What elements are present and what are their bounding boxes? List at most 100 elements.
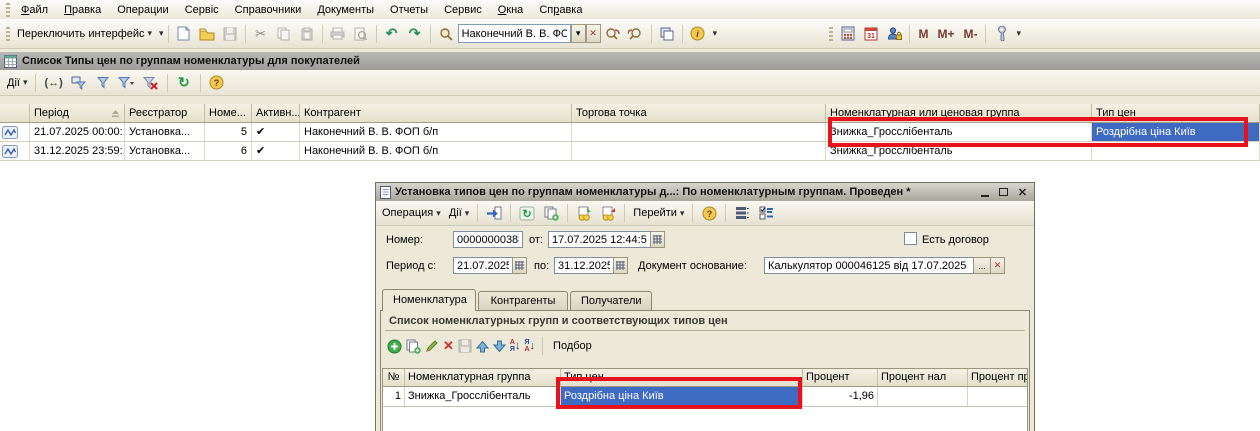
cut-button[interactable]: ✂: [250, 23, 272, 45]
base-doc-input[interactable]: [764, 257, 974, 274]
menu-item-2[interactable]: Операции: [109, 2, 176, 18]
filter-history-button[interactable]: [116, 72, 138, 94]
maximize-button[interactable]: [996, 185, 1011, 199]
settings-button[interactable]: [990, 23, 1012, 45]
menu-item-5[interactable]: Документы: [309, 2, 382, 18]
dialog-actions-button[interactable]: Дії ▾: [446, 202, 472, 224]
period-from-picker-button[interactable]: [512, 257, 527, 274]
toolbar-grip[interactable]: [6, 3, 10, 17]
datetime-input[interactable]: [548, 231, 651, 248]
info-overflow-icon[interactable]: ▾: [713, 28, 718, 39]
cell-active[interactable]: ✔: [252, 123, 300, 142]
column-header-contractor[interactable]: Контрагент: [300, 104, 572, 123]
refresh-button[interactable]: ↻: [173, 72, 195, 94]
search-button[interactable]: [435, 23, 457, 45]
memory-add-button[interactable]: M+: [933, 23, 958, 45]
filter-sort-button[interactable]: [68, 72, 90, 94]
minimize-button[interactable]: [977, 185, 992, 199]
period-to-input[interactable]: [554, 257, 614, 274]
column-header-percent-nal[interactable]: Процент нал: [878, 369, 968, 387]
info-button[interactable]: i: [687, 23, 709, 45]
new-document-button[interactable]: [173, 23, 195, 45]
cell-number[interactable]: 5: [205, 123, 252, 142]
record-cell[interactable]: [0, 142, 30, 161]
checklist-settings-button[interactable]: [755, 202, 777, 224]
movements-out-button[interactable]: [597, 202, 619, 224]
edit-row-button[interactable]: [425, 339, 439, 353]
period-to-picker-button[interactable]: [613, 257, 628, 274]
copy-row-button[interactable]: [406, 339, 421, 354]
delete-row-button[interactable]: ✕: [443, 338, 454, 354]
reread-button[interactable]: ↻: [516, 202, 538, 224]
cell-percent-prod[interactable]: [968, 387, 1027, 407]
has-contract-checkbox[interactable]: [904, 232, 917, 245]
cell-percent[interactable]: -1,96: [803, 387, 878, 407]
cell-contractor[interactable]: Наконечний В. В. ФОП б/п: [300, 123, 572, 142]
datetime-picker-button[interactable]: [650, 231, 665, 248]
cell-number[interactable]: 6: [205, 142, 252, 161]
cell-contractor[interactable]: Наконечний В. В. ФОП б/п: [300, 142, 572, 161]
search-dropdown-button[interactable]: ▾: [571, 24, 586, 43]
number-input[interactable]: [453, 231, 523, 248]
tab-contractors[interactable]: Контрагенты: [478, 291, 568, 310]
close-button[interactable]: ✕: [1015, 185, 1030, 199]
menu-item-1[interactable]: Правка: [56, 2, 109, 18]
dialog-help-button[interactable]: ?: [698, 202, 720, 224]
find-prev-button[interactable]: [625, 23, 647, 45]
print-button[interactable]: [327, 23, 349, 45]
menu-item-8[interactable]: Окна: [490, 2, 532, 18]
save-rows-button[interactable]: [458, 339, 472, 353]
goto-button[interactable]: Перейти ▾: [630, 202, 687, 224]
calendar-button[interactable]: 31: [860, 23, 882, 45]
column-header-icon[interactable]: [0, 104, 30, 123]
column-header-group[interactable]: Номенклатурная группа: [405, 369, 561, 387]
move-up-button[interactable]: [476, 340, 489, 353]
save-button[interactable]: [219, 23, 241, 45]
undo-button[interactable]: ↶: [381, 23, 403, 45]
list-settings-button[interactable]: [731, 202, 753, 224]
column-header-trade-point[interactable]: Торгова точка: [572, 104, 826, 123]
toolbar-overflow-icon[interactable]: ▾: [1016, 28, 1021, 39]
column-header-number[interactable]: Номе...: [205, 104, 252, 123]
column-header-percent-prod[interactable]: Процент произво...: [968, 369, 1027, 387]
calculator-button[interactable]: [837, 23, 859, 45]
open-button[interactable]: [196, 23, 218, 45]
column-header-percent[interactable]: Процент: [803, 369, 878, 387]
period-from-input[interactable]: [453, 257, 513, 274]
toolbar-grip[interactable]: [829, 27, 833, 41]
filter-by-value-button[interactable]: [92, 72, 114, 94]
help-button[interactable]: ?: [206, 72, 228, 94]
cell-num[interactable]: 1: [383, 387, 405, 407]
menu-item-6[interactable]: Отчеты: [382, 2, 436, 18]
list-actions-button[interactable]: Дії ▾: [4, 72, 30, 94]
menu-item-0[interactable]: Файл: [13, 2, 56, 18]
cell-trade-point[interactable]: [572, 142, 826, 161]
column-header-registrar[interactable]: Реєстратор: [125, 104, 205, 123]
memory-recall-button[interactable]: M: [914, 23, 932, 45]
preview-button[interactable]: [350, 23, 372, 45]
user-permissions-button[interactable]: [883, 23, 905, 45]
cell-trade-point[interactable]: [572, 123, 826, 142]
copy-button[interactable]: [273, 23, 295, 45]
add-row-button[interactable]: [387, 339, 402, 354]
operation-button[interactable]: Операция ▾: [379, 202, 444, 224]
pick-button[interactable]: Подбор: [550, 335, 595, 357]
toolbar-overflow-icon[interactable]: ▾: [159, 28, 164, 39]
filter-off-button[interactable]: [140, 72, 162, 94]
tab-recipients[interactable]: Получатели: [570, 291, 652, 310]
movements-in-button[interactable]: [573, 202, 595, 224]
post-document-button[interactable]: [483, 202, 505, 224]
date-interval-button[interactable]: (↔): [41, 72, 65, 94]
column-header-period[interactable]: Період: [30, 104, 125, 123]
menu-item-9[interactable]: Справка: [531, 2, 590, 18]
column-header-active[interactable]: Активн...: [252, 104, 300, 123]
find-next-button[interactable]: [602, 23, 624, 45]
record-cell[interactable]: [0, 123, 30, 142]
move-down-button[interactable]: [493, 340, 506, 353]
menu-item-3[interactable]: Сервіс: [177, 2, 227, 18]
menu-item-7[interactable]: Сервис: [436, 2, 490, 18]
cell-period[interactable]: 21.07.2025 00:00:...: [30, 123, 125, 142]
tab-nomenclature[interactable]: Номенклатура: [382, 289, 476, 311]
paste-button[interactable]: [296, 23, 318, 45]
search-input[interactable]: [458, 24, 571, 43]
